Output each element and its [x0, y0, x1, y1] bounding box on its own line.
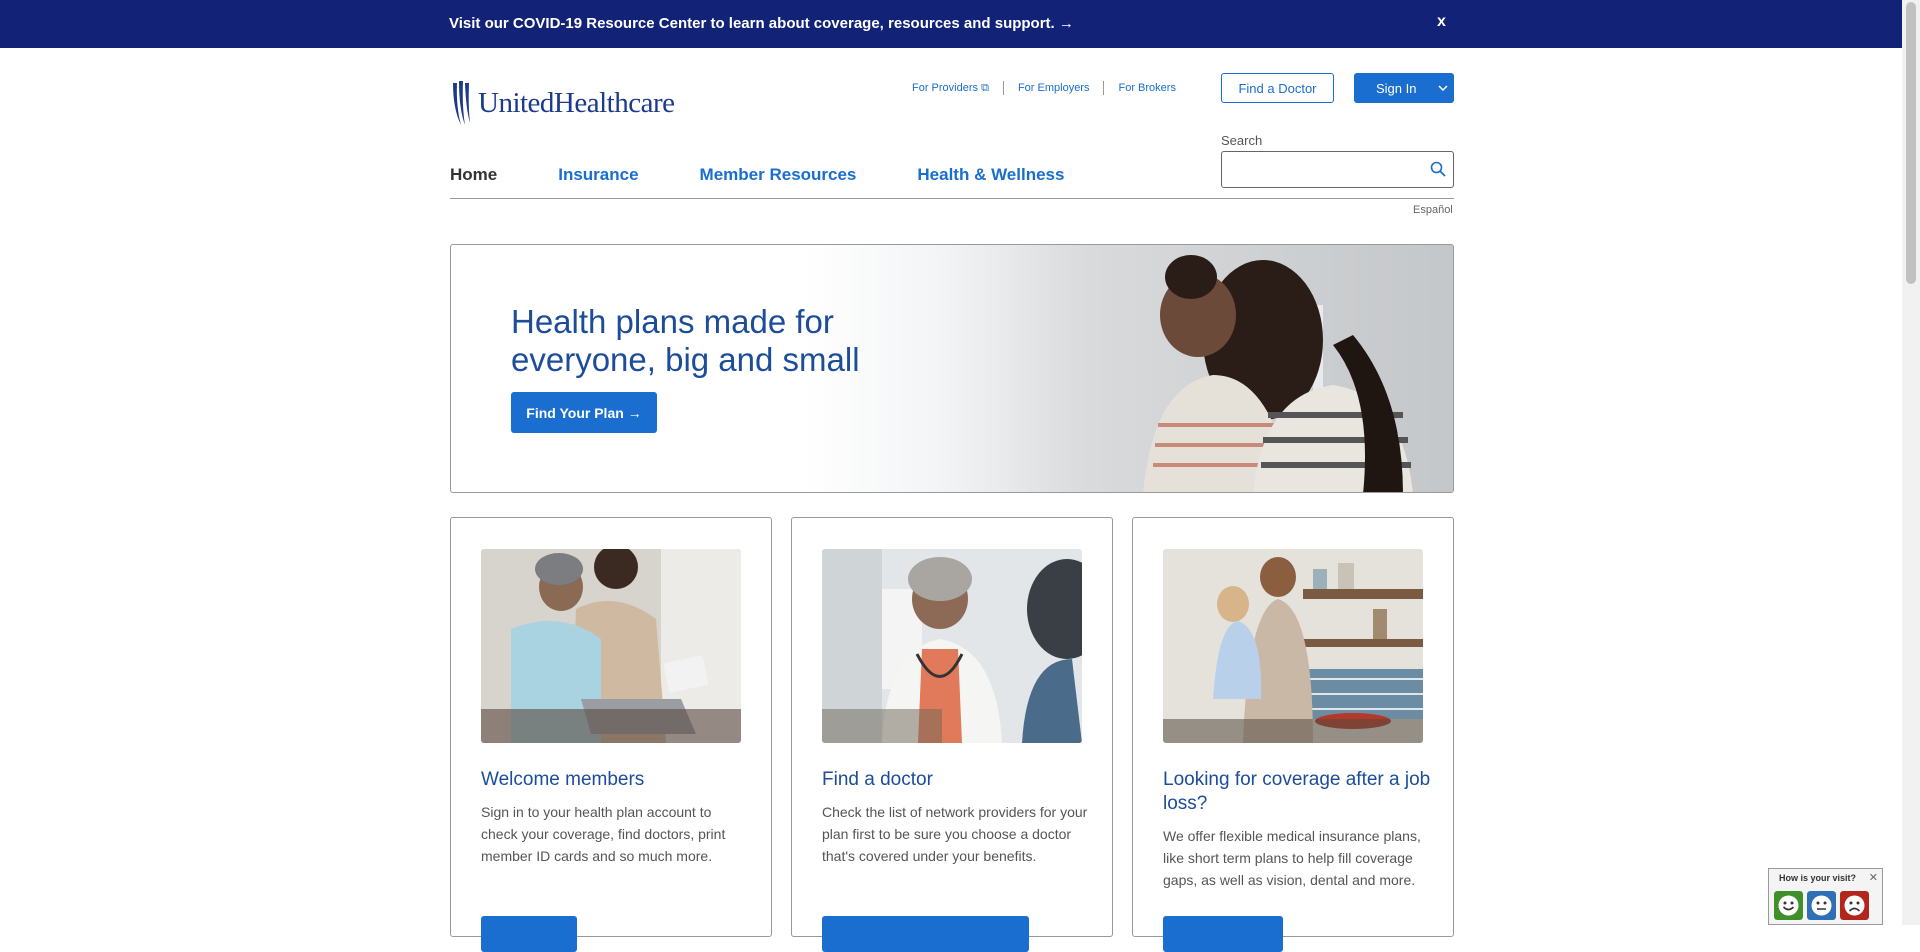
card-cta-button[interactable] [481, 916, 577, 952]
card-welcome-members: Welcome members Sign in to your health p… [450, 517, 772, 952]
for-providers-link[interactable]: For Providers ⧉ [912, 81, 1004, 95]
card-body: Check the list of network providers for … [822, 804, 1088, 864]
card-find-a-doctor: Find a doctor Check the list of network … [791, 517, 1113, 952]
find-your-plan-button[interactable]: Find Your Plan → [511, 392, 657, 433]
feedback-close-icon[interactable]: ✕ [1869, 871, 1878, 884]
feedback-title: How is your visit? [1779, 873, 1857, 883]
card-title[interactable]: Looking for coverage after a job loss? [1163, 768, 1433, 816]
card-cta-button[interactable] [822, 916, 1029, 952]
card-body: Sign in to your health plan account to c… [481, 804, 726, 864]
card-title[interactable]: Welcome members [481, 768, 751, 792]
page-scrollbar[interactable] [1902, 0, 1920, 925]
sign-in-button[interactable]: Sign In [1354, 73, 1454, 103]
card-body: We offer flexible medical insurance plan… [1163, 828, 1421, 888]
nav-member-resources[interactable]: Member Resources [700, 163, 857, 198]
card-cta-button[interactable] [1163, 916, 1283, 952]
sad-face-icon[interactable] [1840, 891, 1869, 920]
brand-name: UnitedHealthcare [478, 86, 675, 119]
sign-in-label: Sign In [1376, 80, 1417, 96]
nav-home[interactable]: Home [450, 163, 497, 198]
nav-health-wellness[interactable]: Health & Wellness [917, 163, 1064, 198]
card-photo-couple-laptop [481, 549, 741, 743]
logo-mark-icon [453, 81, 470, 125]
doctor-illustration [822, 549, 1082, 743]
utility-links: For Providers ⧉ For Employers For Broker… [912, 81, 1190, 95]
banner-close-button[interactable]: x [1437, 13, 1446, 31]
neutral-face-icon[interactable] [1807, 891, 1836, 920]
find-a-doctor-button[interactable]: Find a Doctor [1221, 73, 1334, 103]
happy-face-icon[interactable] [1774, 891, 1803, 920]
card-coverage-job-loss: Looking for coverage after a job loss? W… [1132, 517, 1454, 952]
external-link-icon: ⧉ [981, 82, 989, 94]
espanol-link[interactable]: Español [1413, 204, 1453, 216]
brand-logo[interactable]: UnitedHealthcare [450, 78, 675, 128]
search-label: Search [1221, 133, 1263, 148]
card-photo-kitchen-family [1163, 549, 1423, 743]
hero-photo-mother-child [933, 245, 1453, 492]
for-employers-link[interactable]: For Employers [1004, 81, 1105, 95]
scrollbar-thumb[interactable] [1906, 2, 1916, 284]
hero-title: Health plans made for everyone, big and … [511, 303, 860, 378]
card-title[interactable]: Find a doctor [822, 768, 1092, 792]
feedback-widget: How is your visit? ✕ [1768, 868, 1883, 925]
hero-banner: Health plans made for everyone, big and … [450, 244, 1454, 493]
card-photo-doctor [822, 549, 1082, 743]
for-providers-label: For Providers [912, 82, 979, 94]
chevron-down-icon[interactable] [1432, 83, 1454, 94]
main-nav: Home Insurance Member Resources Health &… [450, 163, 1454, 199]
for-brokers-link[interactable]: For Brokers [1104, 81, 1189, 95]
covid-banner: Visit our COVID-19 Resource Center to le… [0, 0, 1902, 48]
couple-laptop-illustration [481, 549, 741, 743]
nav-insurance[interactable]: Insurance [558, 163, 638, 198]
covid-banner-link[interactable]: Visit our COVID-19 Resource Center to le… [449, 15, 1074, 32]
kitchen-family-illustration [1163, 549, 1423, 743]
